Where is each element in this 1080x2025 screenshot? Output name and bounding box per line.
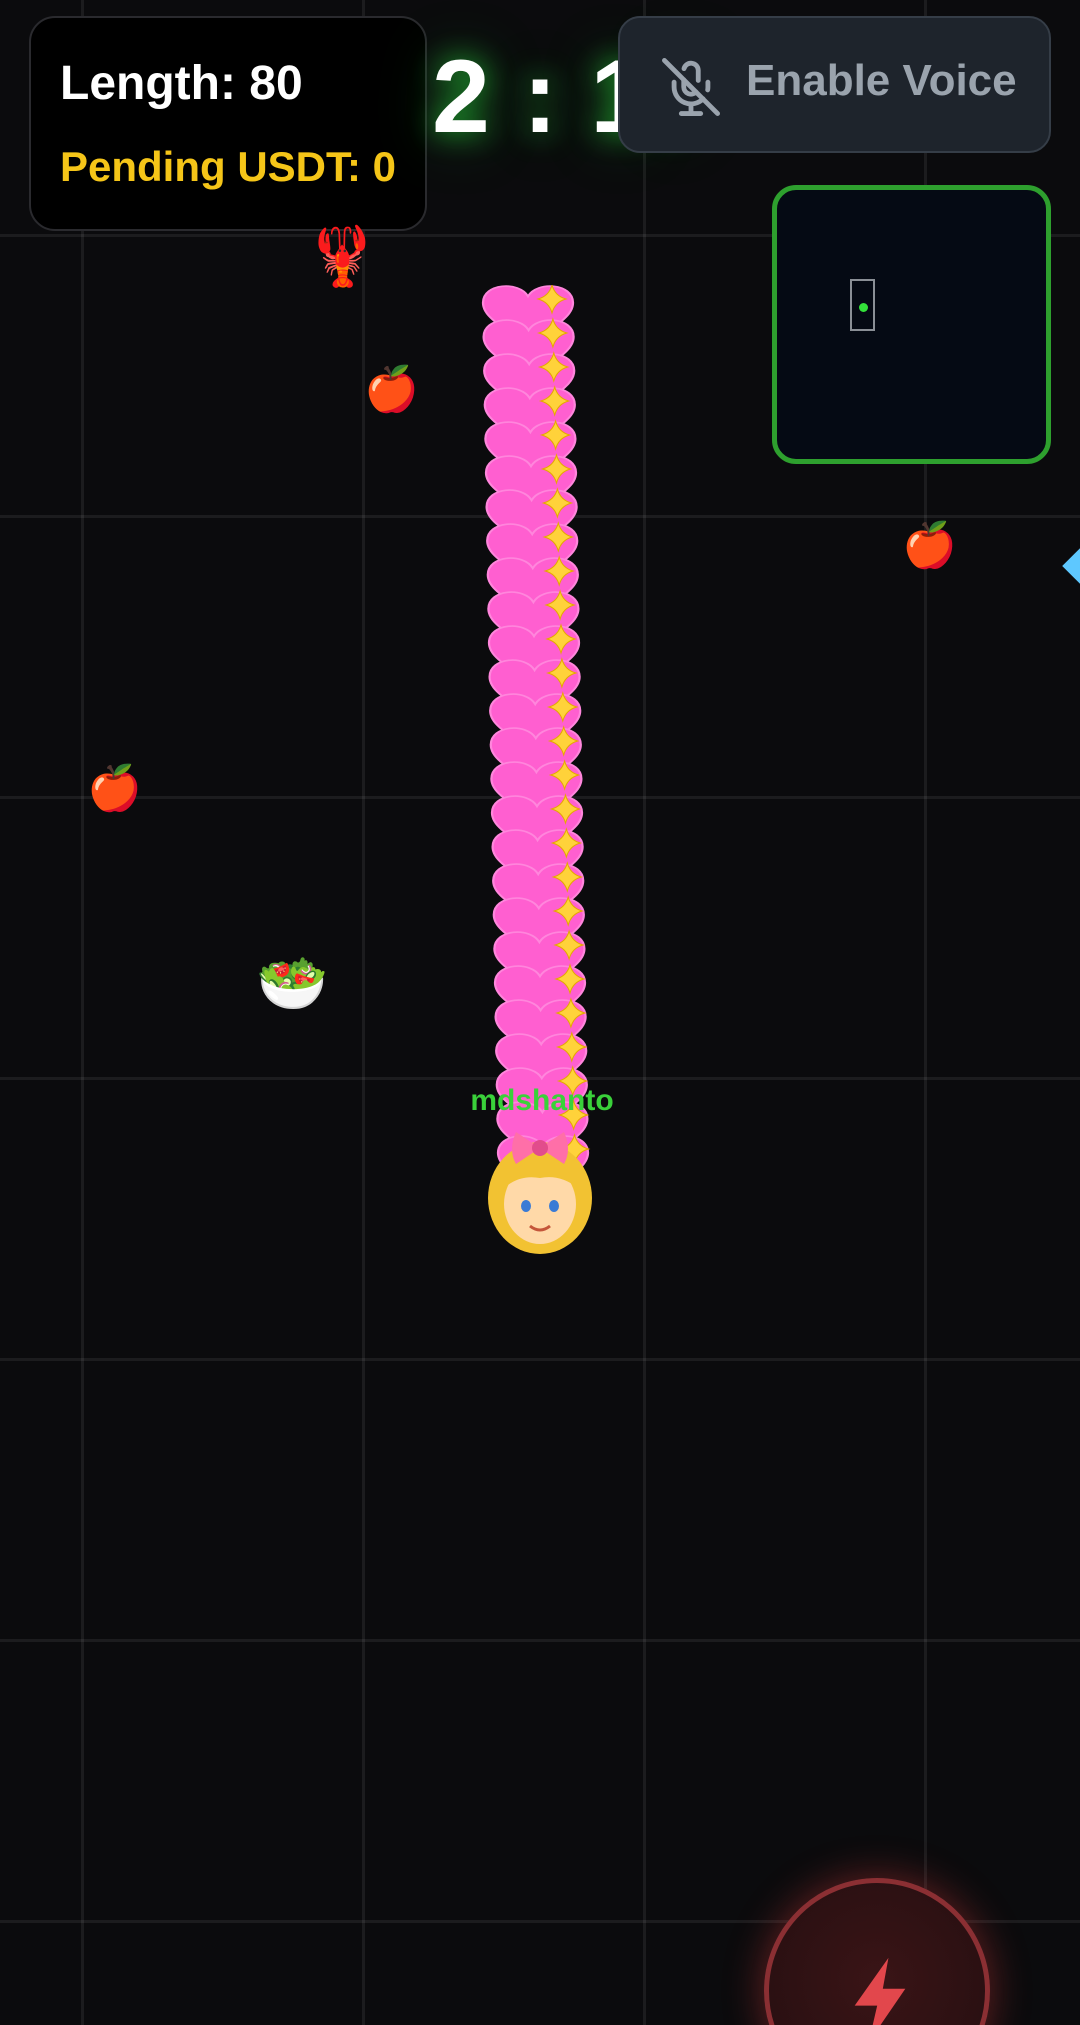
food-bowl: 🥗 — [256, 951, 329, 1016]
boost-button[interactable] — [764, 1878, 990, 2025]
food-apple: 🍎 — [87, 764, 142, 813]
food-gem — [1062, 546, 1080, 586]
player-avatar — [488, 1132, 592, 1254]
food-apple: 🍎 — [902, 521, 957, 570]
minimap-player-dot — [859, 303, 868, 312]
stats-panel: Length: 80 Pending USDT: 0 — [29, 16, 427, 231]
enable-voice-label: Enable Voice — [746, 56, 1017, 105]
minimap-viewport — [850, 279, 875, 331]
player-name-label: mdshanto — [470, 1084, 614, 1117]
pending-usdt: Pending USDT: 0 — [60, 143, 397, 190]
minimap — [772, 185, 1051, 464]
enable-voice-button[interactable]: Enable Voice — [618, 16, 1051, 153]
length-counter: Length: 80 — [60, 57, 303, 110]
food-apple: 🍎 — [364, 365, 419, 414]
food-lobster: 🦞 — [306, 224, 379, 289]
game-canvas[interactable]: Length: 80 Pending USDT: 0 2 : 17 Enable… — [0, 0, 1080, 2025]
mic-off-icon — [662, 58, 720, 116]
lightning-bolt-icon — [854, 1957, 906, 2025]
